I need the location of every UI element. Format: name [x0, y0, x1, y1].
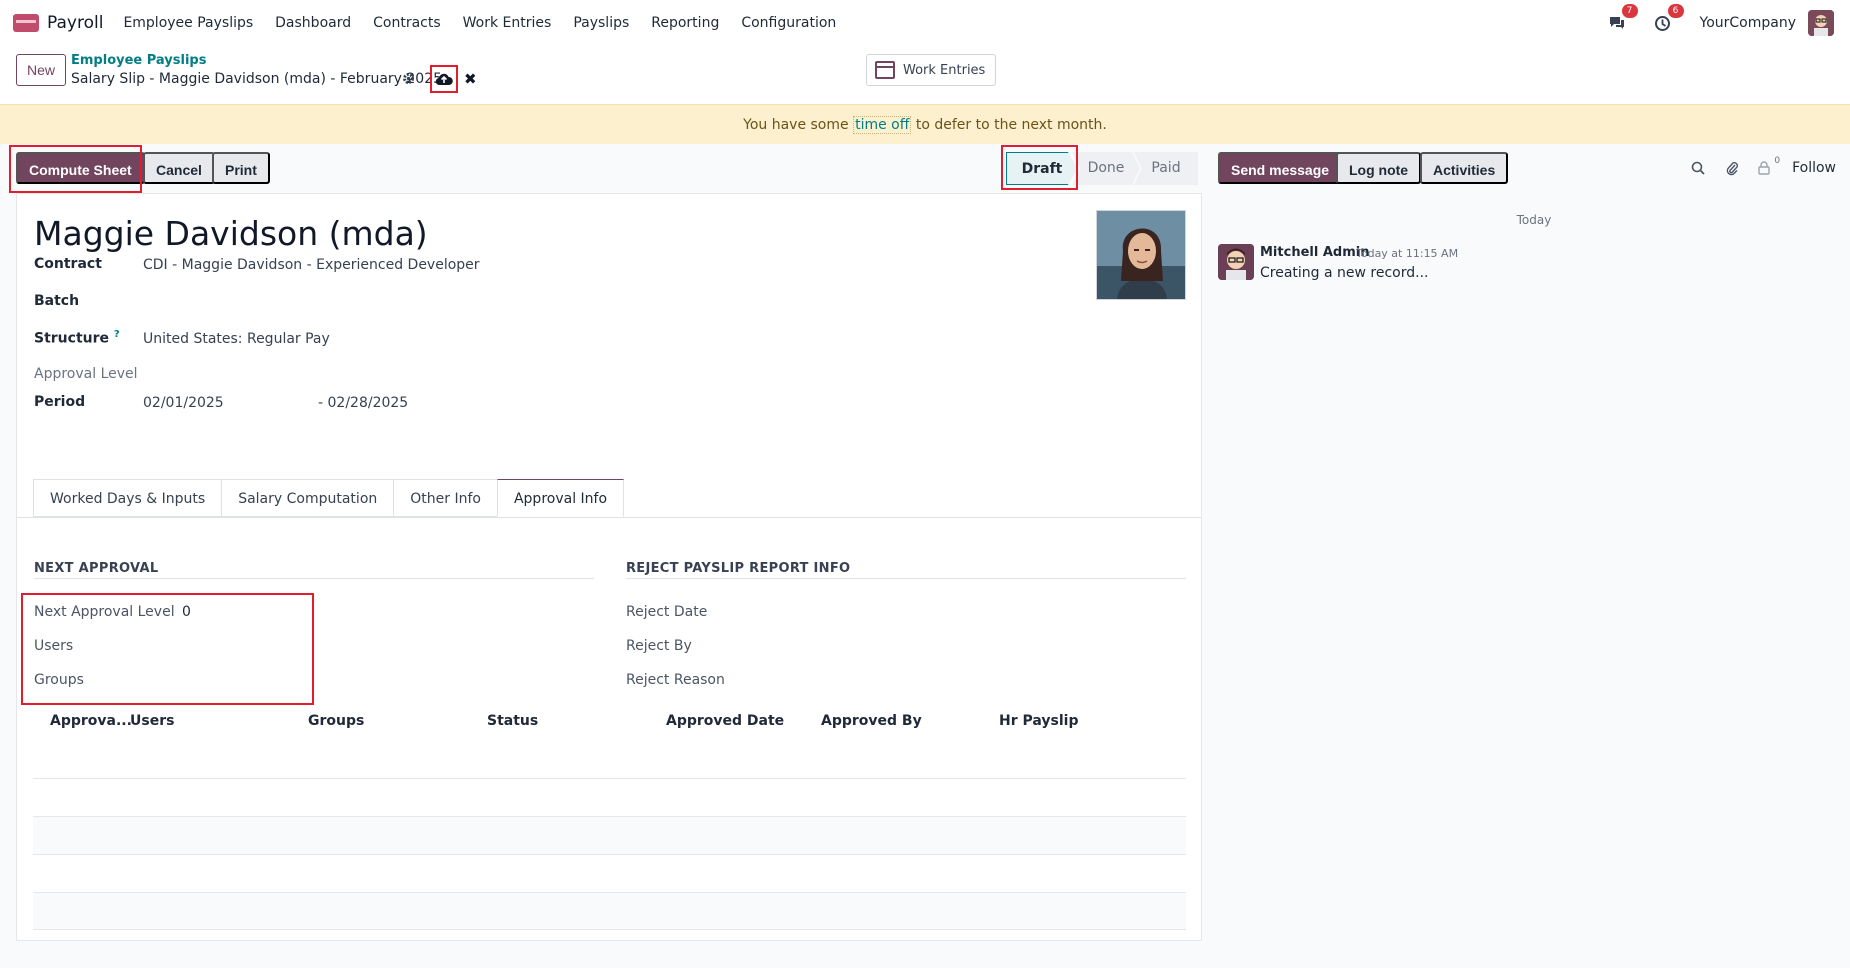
- batch-field[interactable]: [143, 293, 443, 313]
- menu-reporting[interactable]: Reporting: [651, 15, 719, 31]
- col-groups[interactable]: Groups: [308, 713, 364, 729]
- cancel-button[interactable]: Cancel: [143, 152, 215, 184]
- breadcrumb-parent-link[interactable]: Employee Payslips: [71, 53, 206, 68]
- col-hr-payslip[interactable]: Hr Payslip: [999, 713, 1078, 729]
- menu-work-entries[interactable]: Work Entries: [463, 15, 552, 31]
- message-author[interactable]: Mitchell Admin: [1260, 245, 1369, 260]
- new-button[interactable]: New: [16, 54, 67, 86]
- reject-by-label: Reject By: [626, 638, 692, 654]
- message-body: Creating a new record...: [1260, 265, 1429, 281]
- navbar-systray: 7 6 YourCompany: [1582, 0, 1834, 46]
- send-message-button[interactable]: Send message: [1218, 152, 1343, 184]
- chatter-tools: 0 Follow: [1684, 152, 1836, 184]
- table-row: [33, 778, 1186, 816]
- activities-button[interactable]: Activities: [1420, 152, 1509, 184]
- contract-field[interactable]: CDI - Maggie Davidson - Experienced Deve…: [143, 257, 480, 273]
- col-status[interactable]: Status: [487, 713, 538, 729]
- form-sheet: Maggie Davidson (mda) Contract CDI - Mag…: [16, 193, 1202, 941]
- search-icon[interactable]: [1684, 154, 1712, 182]
- reject-reason-label: Reject Reason: [626, 672, 725, 688]
- work-entries-label: Work Entries: [903, 62, 986, 78]
- next-approval-level-value[interactable]: 0: [182, 604, 191, 620]
- activities-clock-icon[interactable]: 6: [1652, 4, 1684, 34]
- col-approved-date[interactable]: Approved Date: [666, 713, 784, 729]
- col-approval-level[interactable]: Approva...: [50, 713, 132, 729]
- time-off-alert: You have some time off to defer to the n…: [0, 104, 1850, 144]
- followers-lock-icon[interactable]: 0: [1750, 154, 1781, 182]
- follow-button[interactable]: Follow: [1792, 160, 1836, 176]
- reject-info-title: REJECT PAYSLIP REPORT INFO: [626, 561, 851, 576]
- work-entries-button[interactable]: Work Entries: [866, 54, 997, 86]
- col-approved-by[interactable]: Approved By: [821, 713, 922, 729]
- log-note-button[interactable]: Log note: [1336, 152, 1422, 184]
- stage-paid[interactable]: Paid: [1134, 152, 1198, 185]
- tab-approval-info[interactable]: Approval Info: [496, 479, 625, 517]
- next-approval-level-label: Next Approval Level: [34, 604, 175, 620]
- cloud-upload-icon[interactable]: [430, 65, 458, 93]
- tab-other-info[interactable]: Other Info: [393, 479, 497, 517]
- next-approval-title: NEXT APPROVAL: [34, 561, 159, 576]
- structure-label-text: Structure: [34, 330, 110, 347]
- table-row: [33, 854, 1186, 892]
- chatter: Send message Log note Activities 0 Follo…: [1218, 144, 1850, 968]
- menu-employee-payslips[interactable]: Employee Payslips: [123, 15, 253, 31]
- period-end-field[interactable]: - 02/28/2025: [318, 395, 408, 411]
- table-row: [33, 892, 1186, 930]
- app-brand[interactable]: Payroll: [13, 13, 103, 33]
- menu-dashboard[interactable]: Dashboard: [275, 15, 351, 31]
- date-separator: Today: [1516, 213, 1552, 227]
- time-off-link[interactable]: time off: [853, 116, 912, 134]
- alert-suffix: to defer to the next month.: [911, 117, 1107, 133]
- col-users[interactable]: Users: [130, 713, 174, 729]
- help-icon[interactable]: ?: [114, 329, 120, 340]
- control-panel: New Employee Payslips Salary Slip - Magg…: [0, 46, 1850, 104]
- menu-configuration[interactable]: Configuration: [741, 15, 836, 31]
- message-author-avatar[interactable]: [1218, 244, 1254, 280]
- reject-info-rule: [626, 578, 1186, 579]
- tab-worked-days-inputs[interactable]: Worked Days & Inputs: [33, 479, 222, 517]
- compute-sheet-button[interactable]: Compute Sheet: [16, 152, 145, 184]
- stage-draft[interactable]: Draft: [1006, 152, 1078, 185]
- payroll-app-icon: [13, 14, 39, 32]
- company-switcher[interactable]: YourCompany: [1700, 15, 1797, 31]
- app-name[interactable]: Payroll: [47, 13, 103, 33]
- paperclip-icon[interactable]: [1718, 154, 1746, 182]
- menu-contracts[interactable]: Contracts: [373, 15, 441, 31]
- top-navbar: Payroll Employee Payslips Dashboard Cont…: [0, 0, 1850, 46]
- messages-icon[interactable]: 7: [1606, 4, 1638, 34]
- period-label: Period: [34, 394, 86, 410]
- activities-badge: 6: [1667, 4, 1684, 18]
- status-bar: Draft Done Paid: [1006, 152, 1198, 185]
- stage-done[interactable]: Done: [1072, 152, 1140, 185]
- users-label: Users: [34, 638, 74, 654]
- employee-photo: [1096, 210, 1186, 300]
- groups-label: Groups: [34, 672, 84, 688]
- period-start-field[interactable]: 02/01/2025: [143, 395, 224, 411]
- menu-payslips[interactable]: Payslips: [573, 15, 629, 31]
- next-approval-rule: [34, 578, 594, 579]
- print-button[interactable]: Print: [212, 152, 270, 184]
- gear-icon[interactable]: [402, 72, 415, 89]
- employee-name[interactable]: Maggie Davidson (mda): [34, 214, 428, 253]
- table-row: [33, 816, 1186, 854]
- alert-prefix: You have some: [743, 117, 854, 133]
- reject-date-label: Reject Date: [626, 604, 708, 620]
- tab-divider: [17, 517, 1201, 518]
- main-menu: Employee Payslips Dashboard Contracts Wo…: [123, 15, 858, 31]
- calendar-icon: [875, 61, 895, 79]
- structure-field[interactable]: United States: Regular Pay: [143, 331, 330, 347]
- attachments-count: 0: [1774, 156, 1781, 166]
- discard-close-icon[interactable]: ✖: [464, 70, 477, 88]
- batch-label: Batch: [34, 293, 80, 309]
- breadcrumb-current: Salary Slip - Maggie Davidson (mda) - Fe…: [71, 71, 443, 87]
- approval-level-label: Approval Level: [34, 366, 138, 382]
- structure-label: Structure ?: [34, 329, 120, 347]
- contract-label: Contract: [34, 256, 102, 272]
- user-avatar[interactable]: [1808, 10, 1834, 36]
- notebook-tabs: Worked Days & Inputs Salary Computation …: [33, 479, 625, 517]
- message-time: Today at 11:15 AM: [1356, 247, 1459, 260]
- tab-salary-computation[interactable]: Salary Computation: [221, 479, 394, 517]
- messages-badge: 7: [1621, 4, 1638, 18]
